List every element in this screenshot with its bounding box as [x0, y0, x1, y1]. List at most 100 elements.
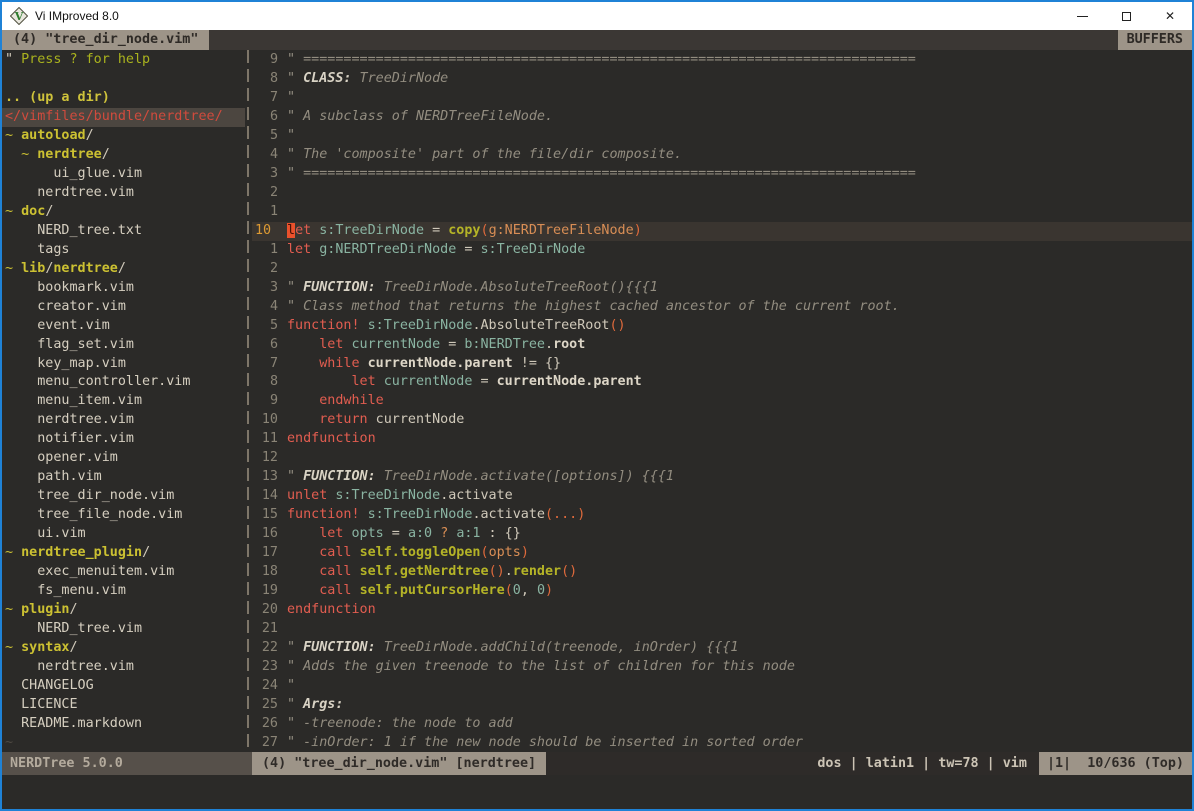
code-line[interactable]: 10let s:TreeDirNode = copy(g:NERDTreeFil… [252, 222, 1192, 241]
code-line[interactable]: 4" The 'composite' part of the file/dir … [252, 146, 1192, 165]
titlebar[interactable]: V Vi IMproved 8.0 ✕ [2, 2, 1192, 30]
nerdtree-line[interactable]: </vimfiles/bundle/nerdtree/ [2, 108, 245, 127]
code-line[interactable]: 23" Adds the given treenode to the list … [252, 658, 1192, 677]
nerdtree-line[interactable]: .. (up a dir) [2, 89, 245, 108]
syntax-token [360, 356, 368, 371]
code-line[interactable]: 15function! s:TreeDirNode.activate(...) [252, 506, 1192, 525]
tabline-spacer [209, 30, 1117, 50]
line-number: 7 [252, 355, 287, 374]
nerdtree-line[interactable]: ui.vim [2, 525, 245, 544]
code-line[interactable]: 4" Class method that returns the highest… [252, 298, 1192, 317]
maximize-button[interactable] [1104, 2, 1148, 30]
nerdtree-line[interactable]: path.vim [2, 468, 245, 487]
code-line[interactable]: 20endfunction [252, 601, 1192, 620]
line-number: 2 [252, 260, 287, 279]
buffers-label[interactable]: BUFFERS [1118, 30, 1192, 50]
tab-tree-dir-node-vim[interactable]: (4) "tree_dir_node.vim" [2, 30, 209, 50]
code-line[interactable]: 3" FUNCTION: TreeDirNode.AbsoluteTreeRoo… [252, 279, 1192, 298]
code-line[interactable]: 18 call self.getNerdtree().render() [252, 563, 1192, 582]
minimize-button[interactable] [1060, 2, 1104, 30]
nerdtree-line[interactable]: tags [2, 241, 245, 260]
code-line[interactable]: 7 while currentNode.parent != {} [252, 355, 1192, 374]
code-text: let opts = a:0 ? a:1 : {} [287, 525, 521, 544]
code-line[interactable]: 3" =====================================… [252, 165, 1192, 184]
code-line[interactable]: 13" FUNCTION: TreeDirNode.activate([opti… [252, 468, 1192, 487]
code-line[interactable]: 22" FUNCTION: TreeDirNode.addChild(treen… [252, 639, 1192, 658]
nerdtree-line[interactable]: ~ lib/nerdtree/ [2, 260, 245, 279]
nerdtree-line[interactable]: tree_file_node.vim [2, 506, 245, 525]
code-line[interactable]: 9 endwhile [252, 392, 1192, 411]
nerdtree-line[interactable]: exec_menuitem.vim [2, 563, 245, 582]
code-line[interactable]: 26" -treenode: the node to add [252, 715, 1192, 734]
nerdtree-line[interactable]: notifier.vim [2, 430, 245, 449]
code-line[interactable]: 24" [252, 677, 1192, 696]
code-line[interactable]: 5" [252, 127, 1192, 146]
command-line[interactable] [2, 775, 1192, 809]
nerdtree-line[interactable]: README.markdown [2, 715, 245, 734]
window-separator[interactable] [245, 50, 252, 752]
nerdtree-line[interactable]: menu_item.vim [2, 392, 245, 411]
nerdtree-line[interactable] [2, 70, 245, 89]
nerdtree-line[interactable]: fs_menu.vim [2, 582, 245, 601]
nerdtree-line[interactable]: ~ doc/ [2, 203, 245, 222]
code-line[interactable]: 6" A subclass of NERDTreeFileNode. [252, 108, 1192, 127]
maximize-icon [1122, 12, 1131, 21]
code-line[interactable]: 1 [252, 203, 1192, 222]
nerdtree-line[interactable]: nerdtree.vim [2, 658, 245, 677]
code-line[interactable]: 11endfunction [252, 430, 1192, 449]
code-text: " [287, 677, 295, 696]
nerdtree-line[interactable]: nerdtree.vim [2, 184, 245, 203]
nerdtree-line[interactable]: ~ [2, 734, 245, 752]
code-line[interactable]: 16 let opts = a:0 ? a:1 : {} [252, 525, 1192, 544]
nerdtree-line[interactable]: bookmark.vim [2, 279, 245, 298]
code-line[interactable]: 1let g:NERDTreeDirNode = s:TreeDirNode [252, 241, 1192, 260]
nerdtree-line[interactable]: key_map.vim [2, 355, 245, 374]
code-line[interactable]: 21 [252, 620, 1192, 639]
nerdtree-line[interactable]: flag_set.vim [2, 336, 245, 355]
nerdtree-line[interactable]: ui_glue.vim [2, 165, 245, 184]
code-line[interactable]: 14unlet s:TreeDirNode.activate [252, 487, 1192, 506]
code-line[interactable]: 9" =====================================… [252, 51, 1192, 70]
code-line[interactable]: 19 call self.putCursorHere(0, 0) [252, 582, 1192, 601]
syntax-token: ( [481, 545, 489, 560]
syntax-token: self.putCursorHere [360, 583, 505, 598]
syntax-token: " The 'composite' part of the file/dir c… [287, 147, 682, 162]
nerdtree-line[interactable]: tree_dir_node.vim [2, 487, 245, 506]
nerdtree-line[interactable]: event.vim [2, 317, 245, 336]
code-line[interactable]: 2 [252, 260, 1192, 279]
syntax-token: CLASS: [303, 71, 351, 86]
code-line[interactable]: 7" [252, 89, 1192, 108]
nerdtree-line[interactable]: creator.vim [2, 298, 245, 317]
nerdtree-line[interactable]: ~ nerdtree/ [2, 146, 245, 165]
code-line[interactable]: 2 [252, 184, 1192, 203]
nerdtree-line[interactable]: NERD_tree.txt [2, 222, 245, 241]
code-line[interactable]: 10 return currentNode [252, 411, 1192, 430]
close-button[interactable]: ✕ [1148, 2, 1192, 30]
code-line[interactable]: 8 let currentNode = currentNode.parent [252, 373, 1192, 392]
nerdtree-line[interactable]: menu_controller.vim [2, 373, 245, 392]
syntax-token: s:TreeDirNode [481, 242, 586, 257]
code-line[interactable]: 25" Args: [252, 696, 1192, 715]
syntax-token: Press ? for help [21, 52, 150, 67]
syntax-token: et [295, 223, 311, 238]
code-line[interactable]: 12 [252, 449, 1192, 468]
code-text: " FUNCTION: TreeDirNode.activate([option… [287, 468, 674, 487]
syntax-token: opts [352, 526, 384, 541]
nerdtree-line[interactable]: " Press ? for help [2, 51, 245, 70]
nerdtree-line[interactable]: nerdtree.vim [2, 411, 245, 430]
code-line[interactable]: 5function! s:TreeDirNode.AbsoluteTreeRoo… [252, 317, 1192, 336]
line-number: 4 [252, 298, 287, 317]
code-line[interactable]: 27" -inOrder: 1 if the new node should b… [252, 734, 1192, 752]
code-line[interactable]: 17 call self.toggleOpen(opts) [252, 544, 1192, 563]
syntax-token: FUNCTION: [303, 640, 376, 655]
nerdtree-line[interactable]: ~ autoload/ [2, 127, 245, 146]
nerdtree-line[interactable]: opener.vim [2, 449, 245, 468]
nerdtree-line[interactable]: ~ plugin/ [2, 601, 245, 620]
code-line[interactable]: 6 let currentNode = b:NERDTree.root [252, 336, 1192, 355]
nerdtree-line[interactable]: ~ nerdtree_plugin/ [2, 544, 245, 563]
nerdtree-line[interactable]: NERD_tree.vim [2, 620, 245, 639]
nerdtree-line[interactable]: ~ syntax/ [2, 639, 245, 658]
nerdtree-line[interactable]: LICENCE [2, 696, 245, 715]
code-line[interactable]: 8" CLASS: TreeDirNode [252, 70, 1192, 89]
nerdtree-line[interactable]: CHANGELOG [2, 677, 245, 696]
